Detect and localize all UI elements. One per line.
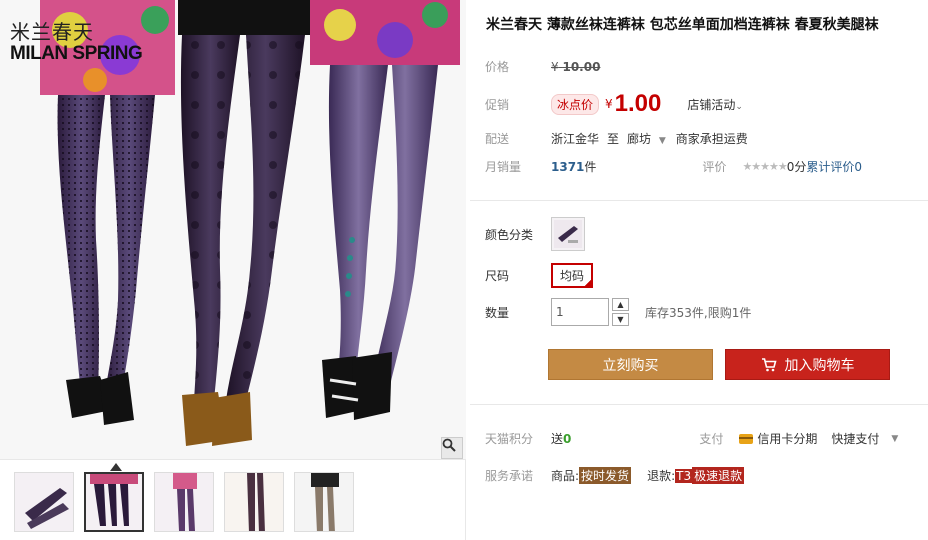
thumb-active-caret [110,463,122,471]
quick-pay-link[interactable]: 快捷支付 [831,430,879,447]
monthly-sales-count: 1371 [551,159,585,174]
delivery-to-select[interactable]: 廊坊 ▼ [627,130,666,147]
review-count-link[interactable]: 累计评价0 [806,158,862,175]
delivery-from: 浙江金华 [551,132,600,146]
product-title: 米兰春天 薄款丝袜连裤袜 包芯丝单面加档连裤袜 春夏秋美腿袜 [486,17,879,33]
search-zoom-icon[interactable] [441,437,463,459]
delivery-to-label: 至 [607,132,620,146]
thumbnail-3[interactable] [154,472,214,532]
service-refund-label: 退款: [647,469,676,483]
cart-icon [761,357,777,372]
delivery-row: 配送 浙江金华 至 廊坊 ▼ 商家承担运费 [485,130,748,147]
size-row: 尺码 均码 [485,263,594,288]
service-row: 服务承诺 商品: 按时发货 退款: T3 极速退款 [485,467,745,484]
caret-down-icon[interactable]: ▼ [891,434,898,444]
credit-card-icon [739,433,754,444]
sales-row: 月销量 1371 件 评价 ★★★★★ 0分 累计评价0 [485,158,862,175]
delivery-label: 配送 [485,132,510,146]
quantity-stepper: ▲ ▼ [612,298,629,326]
star-icon: ★★★★★ [742,160,787,173]
product-gallery: 米兰春天 MILAN SPRING [0,0,466,540]
review-score: 0分 [786,160,807,174]
promo-currency: ¥ [605,97,613,111]
qty-decrease-button[interactable]: ▼ [612,313,629,326]
promo-tag: 冰点价 [551,93,600,115]
credit-installment-link[interactable]: 信用卡分期 [757,430,817,447]
size-label: 尺码 [485,269,510,283]
add-to-cart-label: 加入购物车 [784,357,855,374]
brand-logo: 米兰春天 MILAN SPRING [10,16,143,65]
color-swatch[interactable] [551,217,585,251]
quantity-input[interactable] [551,298,609,326]
price-row: 价格 ¥ 10.00 [485,58,600,75]
buy-now-label: 立刻购买 [602,357,659,374]
add-to-cart-button[interactable]: 加入购物车 [725,349,890,380]
stock-info: 库存353件,限购1件 [645,305,752,320]
sales-label: 月销量 [485,160,522,174]
check-icon [583,278,594,288]
points-row: 天猫积分 送 0 支付 信用卡分期 快捷支付 ▼ [485,430,898,447]
thumbnail-5[interactable] [294,472,354,532]
size-option-selected[interactable]: 均码 [551,263,594,288]
points-value: 0 [563,431,572,446]
promo-label: 促销 [485,97,510,112]
thumbnail-strip [14,472,354,532]
points-label: 天猫积分 [485,432,534,446]
thumbnail-1[interactable] [14,472,74,532]
t3-badge: T3 [675,468,693,483]
stockings-photo [0,0,466,459]
sales-unit: 件 [584,160,597,174]
logo-en-text: MILAN SPRING [10,43,143,64]
color-row: 颜色分类 [485,217,585,251]
divider [470,200,928,201]
buy-now-button[interactable]: 立刻购买 [548,349,713,380]
quantity-label: 数量 [485,305,510,320]
pay-label: 支付 [699,432,724,446]
delivery-to-value: 廊坊 [627,132,652,146]
original-price-value: 10.00 [562,59,601,74]
review-label: 评价 [702,160,727,174]
on-time-delivery-badge[interactable]: 按时发货 [579,467,632,484]
thumbnail-4[interactable] [224,472,284,532]
quantity-row: 数量 ▲ ▼ 库存353件,限购1件 [485,298,751,326]
original-price: ¥ 10.00 [551,60,600,74]
service-goods-label: 商品: [551,469,580,483]
promo-row: 促销 冰点价 ¥ 1.00 店铺活动⌄ [485,90,743,118]
divider [470,404,928,405]
shipping-note: 商家承担运费 [675,132,748,146]
main-product-image[interactable]: 米兰春天 MILAN SPRING [0,0,466,460]
points-send: 送 [551,432,564,446]
shop-activity-label: 店铺活动 [687,97,736,112]
logo-cn-text: 米兰春天 [10,20,94,44]
price-label: 价格 [485,60,510,74]
color-label: 颜色分类 [485,227,534,242]
promo-price: 1.00 [614,90,662,117]
caret-down-icon: ▼ [658,136,666,146]
qty-increase-button[interactable]: ▲ [612,298,629,311]
size-option-text: 均码 [560,269,585,283]
price-currency: ¥ [551,59,559,74]
chevron-down-icon: ⌄ [735,101,743,112]
shop-activity-dropdown[interactable]: 店铺活动⌄ [687,96,743,113]
thumbnail-2[interactable] [84,472,144,532]
fast-refund-badge[interactable]: 极速退款 [692,467,745,484]
product-info-panel: 米兰春天 薄款丝袜连裤袜 包芯丝单面加档连裤袜 春夏秋美腿袜 价格 ¥ 10.0… [470,0,928,540]
service-label: 服务承诺 [485,469,534,483]
